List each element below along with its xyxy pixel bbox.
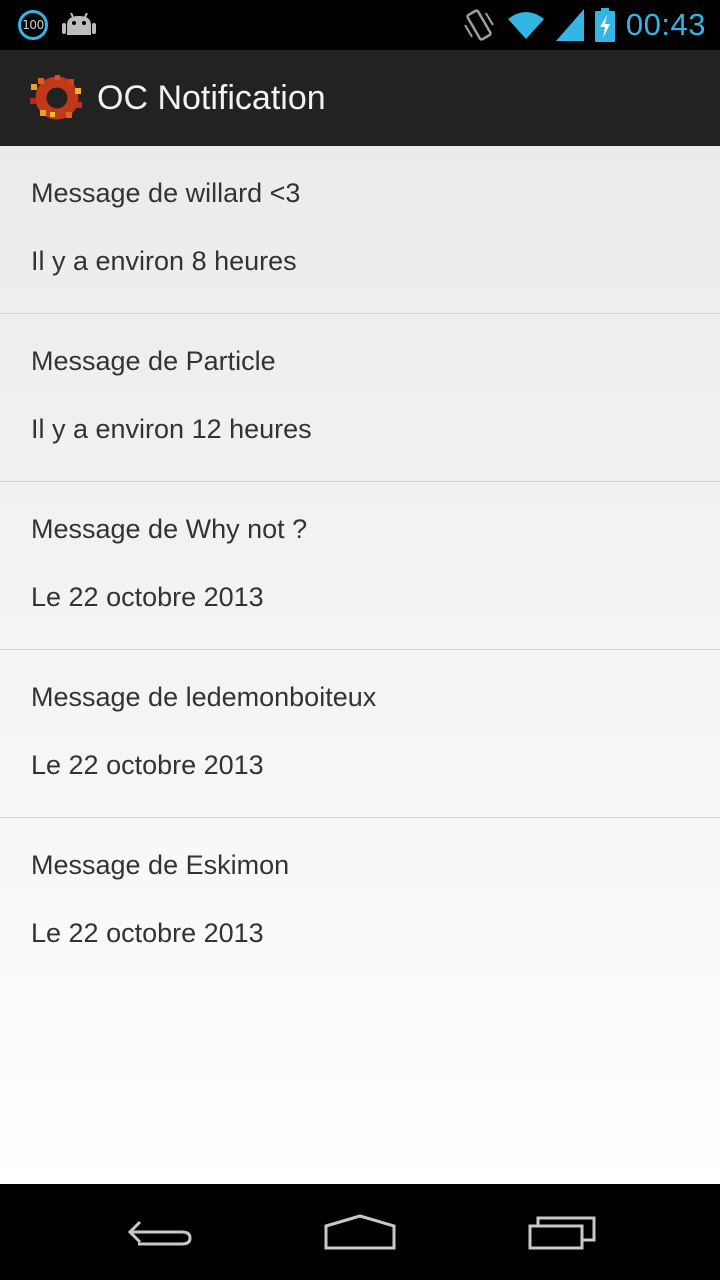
message-title: Message de Eskimon bbox=[31, 850, 290, 880]
message-title: Message de ledemonboiteux bbox=[31, 682, 377, 712]
recent-apps-icon[interactable] bbox=[520, 1208, 600, 1256]
list-item[interactable]: Message de willard <3 Il y a environ 8 h… bbox=[0, 146, 720, 314]
back-icon[interactable] bbox=[120, 1208, 200, 1256]
status-clock: 00:43 bbox=[625, 7, 706, 42]
oc-logo-icon bbox=[30, 75, 82, 120]
app-title: OC Notification bbox=[97, 78, 326, 117]
list-item[interactable]: Message de Why not ? Le 22 octobre 2013 bbox=[0, 482, 720, 650]
battery-level-badge-icon: 100 bbox=[18, 10, 48, 40]
message-date: Il y a environ 12 heures bbox=[31, 414, 312, 444]
status-bar: 100 00:43 bbox=[0, 0, 720, 50]
message-title: Message de Why not ? bbox=[31, 514, 308, 544]
message-list: Message de willard <3 Il y a environ 8 h… bbox=[0, 146, 720, 1184]
vibrate-icon bbox=[464, 9, 494, 41]
action-bar: OC Notification bbox=[0, 50, 720, 146]
wifi-icon bbox=[507, 12, 544, 39]
message-date: Il y a environ 8 heures bbox=[31, 246, 297, 276]
navigation-bar bbox=[0, 1184, 720, 1280]
home-icon[interactable] bbox=[320, 1208, 400, 1256]
list-item[interactable]: Message de Particle Il y a environ 12 he… bbox=[0, 314, 720, 482]
signal-icon bbox=[555, 9, 584, 41]
message-title: Message de Particle bbox=[31, 346, 276, 376]
battery-charging-icon bbox=[594, 8, 615, 42]
message-date: Le 22 octobre 2013 bbox=[31, 750, 264, 780]
android-icon bbox=[62, 13, 96, 35]
list-item[interactable]: Message de Eskimon Le 22 octobre 2013 bbox=[0, 818, 720, 985]
message-title: Message de willard <3 bbox=[31, 178, 301, 208]
battery-level-badge-text: 100 bbox=[22, 18, 44, 32]
message-date: Le 22 octobre 2013 bbox=[31, 918, 264, 948]
message-date: Le 22 octobre 2013 bbox=[31, 582, 264, 612]
list-item[interactable]: Message de ledemonboiteux Le 22 octobre … bbox=[0, 650, 720, 818]
